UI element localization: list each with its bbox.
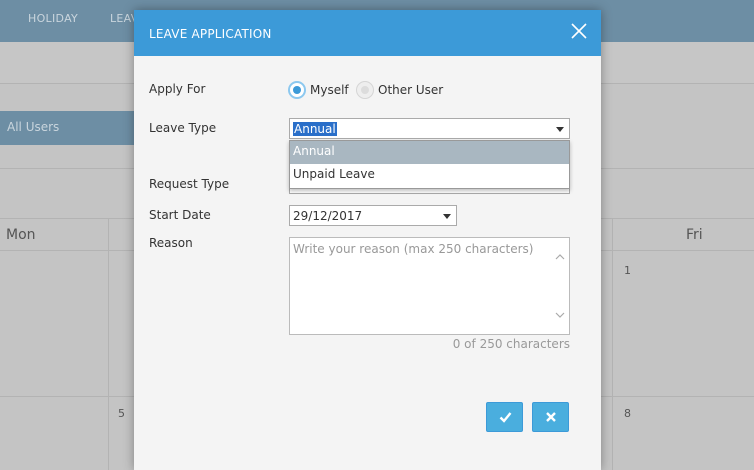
calendar-day[interactable]: 5 (118, 407, 125, 420)
cancel-button[interactable] (532, 402, 569, 432)
leave-type-value: Annual (293, 122, 337, 136)
leave-type-label: Leave Type (149, 121, 217, 135)
start-date-value: 29/12/2017 (293, 209, 363, 223)
chevron-down-icon[interactable] (555, 310, 565, 320)
submit-button[interactable] (486, 402, 523, 432)
close-icon[interactable] (569, 21, 589, 41)
calendar-day[interactable]: 1 (624, 264, 631, 277)
start-date-label: Start Date (149, 208, 211, 222)
chevron-down-icon (556, 127, 564, 132)
calendar-gridline (108, 218, 109, 470)
chevron-down-icon (443, 214, 451, 219)
weekday-fri: Fri (686, 227, 703, 243)
reason-label: Reason (149, 236, 193, 250)
reason-placeholder: Write your reason (max 250 characters) (293, 242, 534, 256)
request-type-label: Request Type (149, 177, 230, 191)
all-users-filter[interactable]: All Users (0, 111, 140, 145)
radio-myself-label[interactable]: Myself (310, 83, 349, 97)
nav-item-holiday[interactable]: HOLIDAY (28, 12, 78, 25)
dropdown-option-annual[interactable]: Annual (290, 141, 569, 164)
apply-for-label: Apply For (149, 82, 206, 96)
start-date-picker[interactable]: 29/12/2017 (289, 205, 457, 226)
checkmark-icon (499, 412, 512, 423)
leave-type-select[interactable]: Annual (289, 118, 570, 139)
x-icon (546, 412, 556, 422)
leave-type-dropdown: Annual Unpaid Leave (289, 140, 570, 189)
calendar-gridline (612, 218, 613, 470)
calendar-day[interactable]: 8 (624, 407, 631, 420)
radio-myself[interactable] (288, 81, 306, 99)
character-counter: 0 of 250 characters (452, 337, 570, 351)
dropdown-option-unpaid-leave[interactable]: Unpaid Leave (290, 164, 569, 187)
reason-textarea[interactable]: Write your reason (max 250 characters) (289, 237, 570, 335)
radio-other-user-label[interactable]: Other User (378, 83, 443, 97)
leave-application-dialog: LEAVE APPLICATION Apply For Myself Other… (134, 10, 601, 470)
weekday-mon: Mon (6, 227, 36, 243)
dialog-title: LEAVE APPLICATION (149, 27, 272, 41)
chevron-up-icon[interactable] (555, 252, 565, 262)
radio-other-user[interactable] (356, 81, 374, 99)
dialog-header: LEAVE APPLICATION (134, 10, 601, 56)
